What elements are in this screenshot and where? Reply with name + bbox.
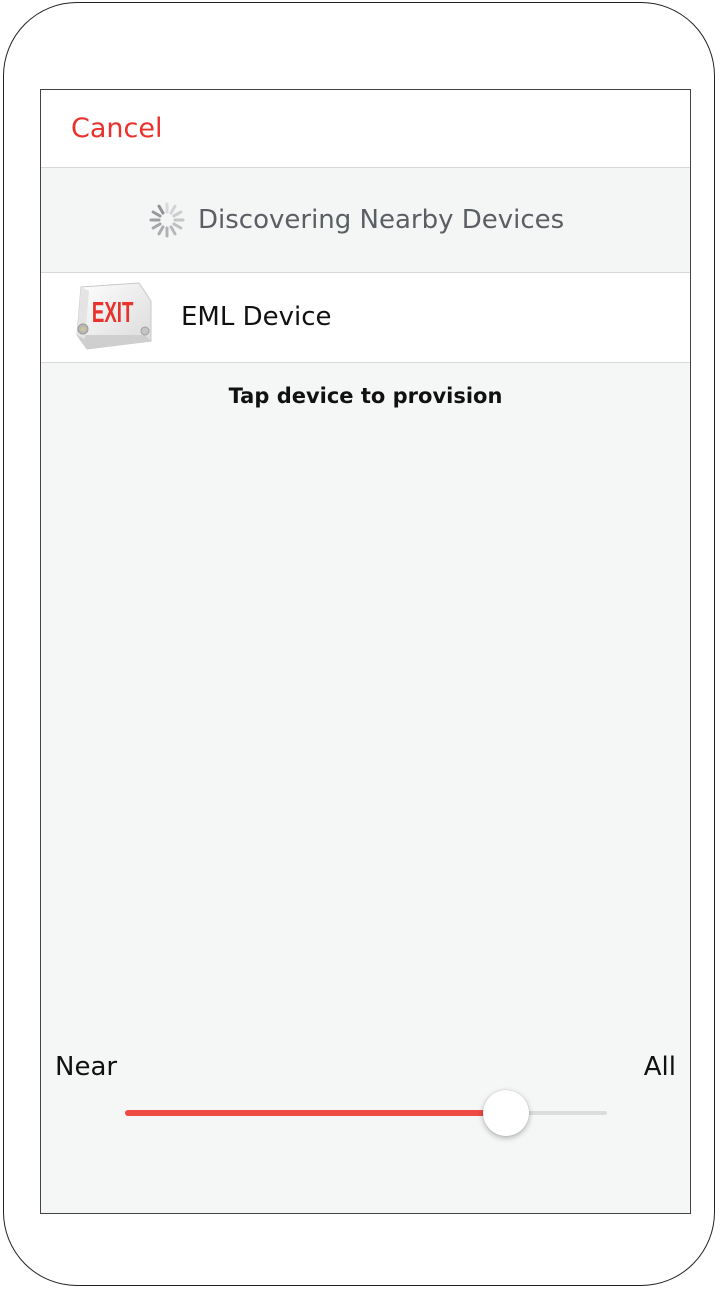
spinner-tick xyxy=(169,204,177,215)
discovery-banner: Discovering Nearby Devices xyxy=(41,168,690,273)
device-list-item[interactable]: EXIT EML Device xyxy=(41,273,690,363)
spinner-tick xyxy=(157,204,165,215)
activity-spinner-icon xyxy=(149,202,185,238)
app-screen: Cancel Discovering Nearby Devices EXIT E… xyxy=(40,89,691,1214)
spinner-tick xyxy=(169,225,177,236)
spinner-tick xyxy=(151,222,162,230)
slider-thumb[interactable] xyxy=(482,1090,529,1136)
cancel-button[interactable]: Cancel xyxy=(71,111,162,147)
spinner-tick xyxy=(172,210,183,218)
phone-frame: Cancel Discovering Nearby Devices EXIT E… xyxy=(3,2,715,1286)
provision-hint: Tap device to provision xyxy=(228,384,503,408)
spinner-tick xyxy=(157,225,165,236)
exit-sign-icon: EXIT xyxy=(76,282,152,350)
range-label-all: All xyxy=(643,1052,676,1082)
navigation-bar: Cancel xyxy=(41,90,690,168)
spinner-tick xyxy=(151,210,162,218)
exit-sign-text: EXIT xyxy=(92,297,134,329)
range-label-near: Near xyxy=(55,1052,118,1082)
spinner-tick xyxy=(172,222,183,230)
discovery-status-text: Discovering Nearby Devices xyxy=(198,205,565,235)
range-slider[interactable] xyxy=(125,1090,607,1138)
slider-fill xyxy=(125,1110,506,1116)
device-name: EML Device xyxy=(181,302,332,332)
